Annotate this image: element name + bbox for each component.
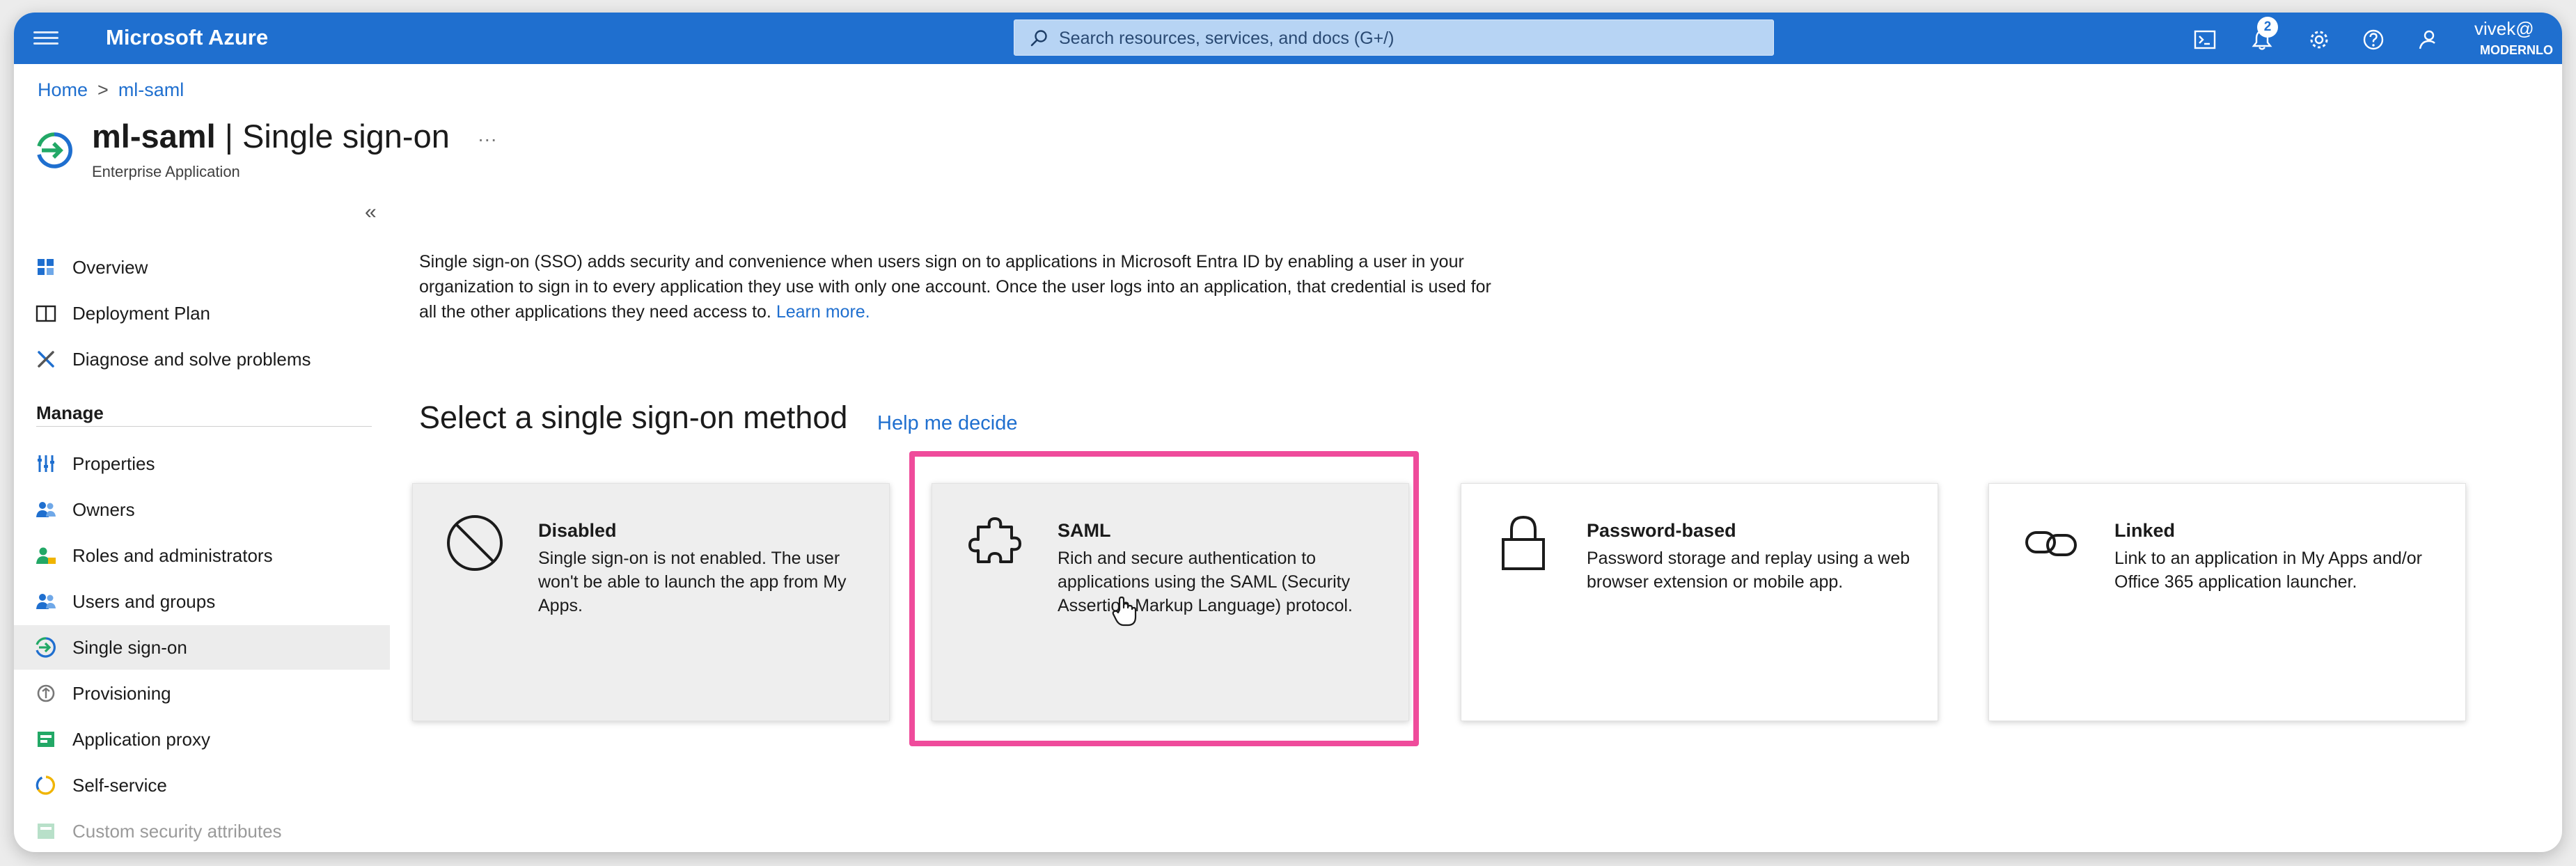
app-proxy-icon [38,732,54,747]
card-title: Linked [2114,520,2176,541]
sidebar-item-overview[interactable]: Overview [14,245,390,290]
page-subtitle: Enterprise Application [92,163,240,180]
sidebar-item-custom-security-attributes[interactable]: Custom security attributes [14,809,390,852]
sidebar-item-label: Users and groups [72,591,216,612]
sidebar-item-label: Application proxy [72,729,210,750]
sso-method-disabled-card[interactable]: Disabled Single sign-on is not enabled. … [412,483,890,721]
breadcrumb-home[interactable]: Home [38,79,88,100]
card-description: Link to an application in My Apps and/or… [2114,549,2422,592]
sidebar-item-single-sign-on[interactable]: Single sign-on [14,625,390,670]
sidebar-item-label: Single sign-on [72,637,187,658]
feedback-icon[interactable] [2416,28,2440,52]
wrench-icon [38,351,54,368]
card-description: Single sign-on is not enabled. The user … [538,549,847,615]
sidebar-item-label: Overview [72,257,148,278]
lock-icon [1502,515,1545,570]
sso-description-text: Single sign-on (SSO) adds security and c… [419,252,1491,322]
sso-icon [36,637,56,658]
custom-attributes-icon [38,824,54,839]
sidebar-item-label: Deployment Plan [72,303,210,324]
sidebar-item-label: Owners [72,499,135,520]
sidebar-item-deployment-plan[interactable]: Deployment Plan [14,291,390,336]
section-title: Select a single sign-on method [419,400,848,435]
link-icon [2025,531,2077,556]
card-title: SAML [1058,520,1111,541]
sidebar-divider [36,426,372,427]
learn-more-link[interactable]: Learn more. [776,302,870,322]
sidebar-section-manage: Manage [36,402,104,423]
provisioning-icon [37,684,55,702]
breadcrumb: Home > ml-saml [38,79,184,101]
app-name: ml-saml [92,118,216,155]
puzzle-icon [968,517,1021,563]
sidebar-item-self-service[interactable]: Self-service [14,763,390,808]
sidebar-item-app-proxy[interactable]: Application proxy [14,717,390,762]
users-icon [36,594,56,609]
sso-method-password-card[interactable]: Password-based Password storage and repl… [1461,483,1938,721]
overview-icon [38,259,54,275]
page-name: Single sign-on [242,118,450,155]
card-title: Password-based [1587,520,1736,541]
sidebar-item-owners[interactable]: Owners [14,487,390,532]
hand-cursor-icon [1112,596,1137,627]
card-description: Rich and secure authentication to applic… [1058,549,1353,615]
sidebar-item-label: Roles and administrators [72,545,273,566]
search-input[interactable] [1058,20,1743,56]
sidebar-item-users-groups[interactable]: Users and groups [14,579,390,624]
breadcrumb-separator: > [97,79,109,100]
breadcrumb-current[interactable]: ml-saml [118,79,184,100]
portal-window: Microsoft Azure 2 [14,13,2562,852]
collapse-sidebar-button[interactable]: « [365,200,377,224]
prohibited-icon [447,515,503,571]
sidebar-item-label: Self-service [72,775,167,796]
settings-icon[interactable] [2307,28,2331,52]
user-name[interactable]: vivek@ [2474,18,2534,40]
more-actions-button[interactable]: ··· [478,128,497,150]
properties-icon [38,455,54,472]
sidebar-item-roles[interactable]: Roles and administrators [14,533,390,578]
sidebar-item-diagnose[interactable]: Diagnose and solve problems [14,337,390,381]
help-me-decide-link[interactable]: Help me decide [877,412,1018,435]
top-bar: Microsoft Azure 2 [14,13,2562,64]
cloud-shell-icon[interactable] [2193,28,2217,52]
sidebar-item-properties[interactable]: Properties [14,441,390,486]
user-directory[interactable]: MODERNLO [2480,43,2553,58]
book-icon [36,305,56,322]
title-separator: | [224,118,233,155]
help-icon[interactable] [2362,28,2385,52]
search-icon [1030,30,1047,47]
menu-icon[interactable] [33,28,58,49]
card-description: Password storage and replay using a web … [1587,549,1910,592]
self-service-icon [36,776,56,795]
card-title: Disabled [538,520,617,541]
brand-title[interactable]: Microsoft Azure [106,25,268,50]
sso-description: Single sign-on (SSO) adds security and c… [419,249,1505,324]
sso-method-linked-card[interactable]: Linked Link to an application in My Apps… [1988,483,2466,721]
owners-icon [36,502,56,517]
sidebar-item-provisioning[interactable]: Provisioning [14,671,390,716]
sidebar-item-label: Custom security attributes [72,821,282,842]
app-logo-icon [37,132,72,168]
roles-icon [36,547,56,564]
notification-badge[interactable]: 2 [2257,17,2278,38]
sso-method-saml-card[interactable]: SAML Rich and secure authentication to a… [932,483,1409,721]
page-title: ml-saml | Single sign-on ··· [92,117,497,155]
sidebar-item-label: Diagnose and solve problems [72,349,311,370]
sidebar-item-label: Properties [72,453,155,474]
sidebar-item-label: Provisioning [72,683,171,704]
global-search[interactable] [1014,19,1774,56]
